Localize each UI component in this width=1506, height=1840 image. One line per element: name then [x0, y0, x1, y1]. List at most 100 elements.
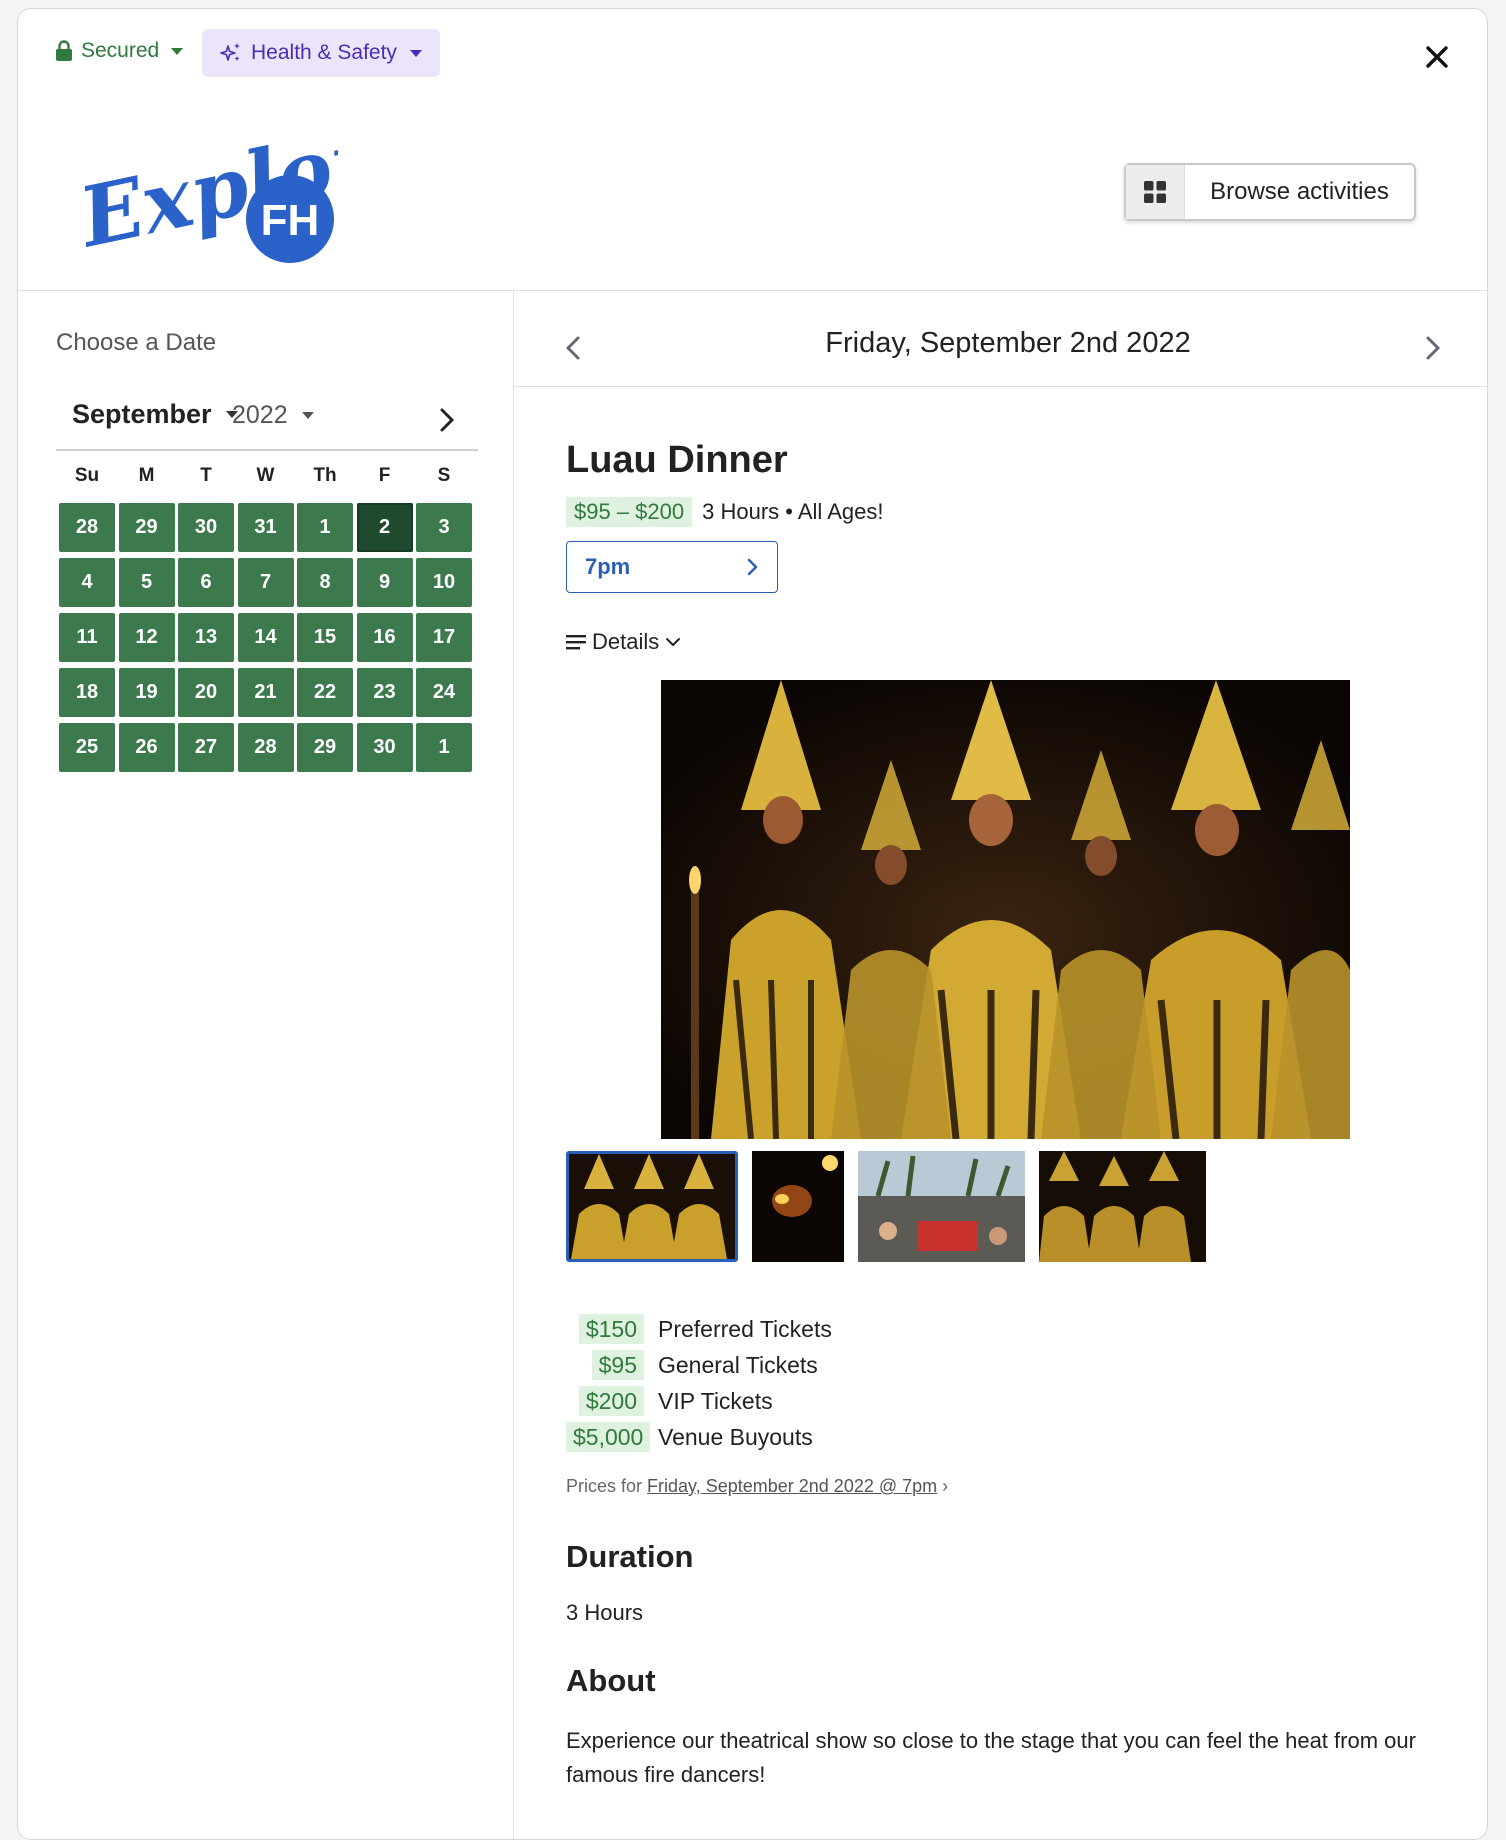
close-button[interactable]	[1419, 39, 1455, 75]
prices-for-note: Prices for Friday, September 2nd 2022 @ …	[566, 1476, 948, 1497]
thumbnail-2[interactable]	[752, 1151, 844, 1262]
price-amount-badge: $5,000	[566, 1421, 651, 1452]
calendar-day[interactable]: 10	[416, 558, 472, 607]
calendar-day[interactable]: 28	[59, 503, 115, 552]
close-icon	[1426, 46, 1448, 68]
choose-date-heading: Choose a Date	[56, 329, 217, 356]
calendar-day[interactable]: 17	[416, 613, 472, 662]
month-select[interactable]: September	[72, 399, 238, 430]
price-row: $150 Preferred Tickets	[566, 1311, 832, 1347]
calendar-day[interactable]: 5	[118, 558, 175, 607]
calendar-grid: 28 29 30 31 1 2 3 4 5 6 7 8 9 10 11 12 13 14 15 16 17 18 19 20 2…	[59, 503, 472, 772]
weekday-label: W	[256, 465, 275, 486]
chevron-left-icon	[566, 336, 580, 360]
grid-icon	[1144, 181, 1166, 203]
duration-ages-text: 3 Hours • All Ages!	[702, 499, 884, 524]
price-amount-badge: $200	[578, 1385, 644, 1416]
price-label: Venue Buyouts	[658, 1423, 813, 1450]
prices-for-arrow: ›	[942, 1476, 949, 1496]
calendar-day[interactable]: 18	[59, 668, 115, 717]
calendar-day[interactable]: 20	[178, 668, 234, 717]
calendar-day[interactable]: 25	[59, 723, 115, 772]
price-label: General Tickets	[658, 1351, 818, 1378]
duration-heading: Duration	[566, 1539, 694, 1574]
calendar-day[interactable]: 8	[297, 558, 353, 607]
calendar-day[interactable]: 3	[416, 503, 472, 552]
calendar-day[interactable]: 23	[356, 668, 413, 717]
browse-activities-button[interactable]: Browse activities	[1124, 163, 1416, 221]
calendar-day[interactable]: 29	[297, 723, 353, 772]
about-text: Experience our theatrical show so close …	[566, 1728, 1416, 1787]
time-slot-label: 7pm	[585, 554, 631, 579]
weekday-label: F	[378, 465, 391, 486]
price-row: $5,000 Venue Buyouts	[566, 1419, 832, 1455]
weekday-label: Th	[313, 465, 337, 486]
price-list: $150 Preferred Tickets $95 General Tickets $…	[566, 1311, 832, 1455]
chevron-down-icon	[666, 638, 681, 646]
calendar-day[interactable]: 4	[59, 558, 115, 607]
calendar-day[interactable]: 11	[59, 613, 115, 662]
calendar-day[interactable]: 21	[237, 668, 294, 717]
calendar-day[interactable]: 12	[118, 613, 175, 662]
details-toggle[interactable]: Details	[566, 629, 681, 655]
health-safety-label: Health & Safety	[251, 41, 397, 64]
explore-fh-logo[interactable]: Explore FH	[70, 100, 434, 267]
weekday-label: Su	[74, 465, 100, 486]
calendar-divider	[56, 449, 478, 451]
caret-down-icon	[301, 412, 314, 419]
year-select[interactable]: 2022	[232, 401, 314, 430]
calendar-day[interactable]: 31	[237, 503, 294, 552]
calendar-day[interactable]: 30	[356, 723, 413, 772]
caret-down-icon	[409, 49, 422, 57]
time-slot-button[interactable]: 7pm	[566, 541, 778, 593]
previous-date-button[interactable]	[558, 331, 588, 365]
activity-meta: $95 – $200 3 Hours • All Ages!	[566, 497, 883, 527]
prices-for-prefix: Prices for	[566, 1476, 643, 1496]
health-safety-dropdown[interactable]: Health & Safety	[202, 29, 440, 77]
calendar-day[interactable]: 29	[118, 503, 175, 552]
calendar-day[interactable]: 27	[178, 723, 234, 772]
next-month-button[interactable]	[432, 403, 462, 437]
activity-title: Luau Dinner	[566, 439, 788, 481]
price-amount-cell: $5,000	[566, 1421, 651, 1452]
calendar-day[interactable]: 30	[178, 503, 234, 552]
weekday-label: T	[200, 465, 212, 486]
calendar-day[interactable]: 26	[118, 723, 175, 772]
details-label: Details	[592, 629, 660, 654]
thumbnail-4[interactable]	[1039, 1151, 1206, 1262]
calendar-day[interactable]: 6	[178, 558, 234, 607]
calendar-day[interactable]: 28	[237, 723, 294, 772]
chevron-right-icon	[1426, 336, 1440, 360]
menu-lines-icon	[566, 635, 586, 650]
calendar-day[interactable]: 22	[297, 668, 353, 717]
next-date-button[interactable]	[1418, 331, 1448, 365]
logo-badge: FH	[261, 196, 320, 245]
calendar-day[interactable]: 24	[416, 668, 472, 717]
calendar-day[interactable]: 1	[297, 503, 353, 552]
prices-for-link[interactable]: Friday, September 2nd 2022 @ 7pm	[647, 1476, 937, 1496]
calendar-day[interactable]: 1	[416, 723, 472, 772]
calendar-day[interactable]: 7	[237, 558, 294, 607]
thumbnail-3[interactable]	[858, 1151, 1025, 1262]
thumbnail-1[interactable]	[566, 1151, 738, 1262]
weekday-label: M	[138, 465, 155, 486]
calendar-day-selected[interactable]: 2	[356, 503, 413, 552]
selected-date-title: Friday, September 2nd 2022	[825, 327, 1191, 359]
calendar-day[interactable]: 15	[297, 613, 353, 662]
duration-value: 3 Hours	[566, 1600, 644, 1625]
calendar-day[interactable]: 9	[356, 558, 413, 607]
month-label: September	[72, 399, 212, 429]
browse-activities-label: Browse activities	[1210, 178, 1389, 205]
image-thumbnails	[566, 1151, 1206, 1262]
calendar-day[interactable]: 13	[178, 613, 234, 662]
calendar-day[interactable]: 14	[237, 613, 294, 662]
divider	[514, 386, 1487, 387]
year-label: 2022	[232, 401, 288, 429]
price-amount-cell: $95	[566, 1349, 644, 1380]
calendar-day[interactable]: 19	[118, 668, 175, 717]
secured-dropdown[interactable]: Secured	[55, 39, 184, 63]
price-row: $95 General Tickets	[566, 1347, 832, 1383]
divider	[18, 290, 1487, 291]
calendar-day[interactable]: 16	[356, 613, 413, 662]
price-row: $200 VIP Tickets	[566, 1383, 832, 1419]
